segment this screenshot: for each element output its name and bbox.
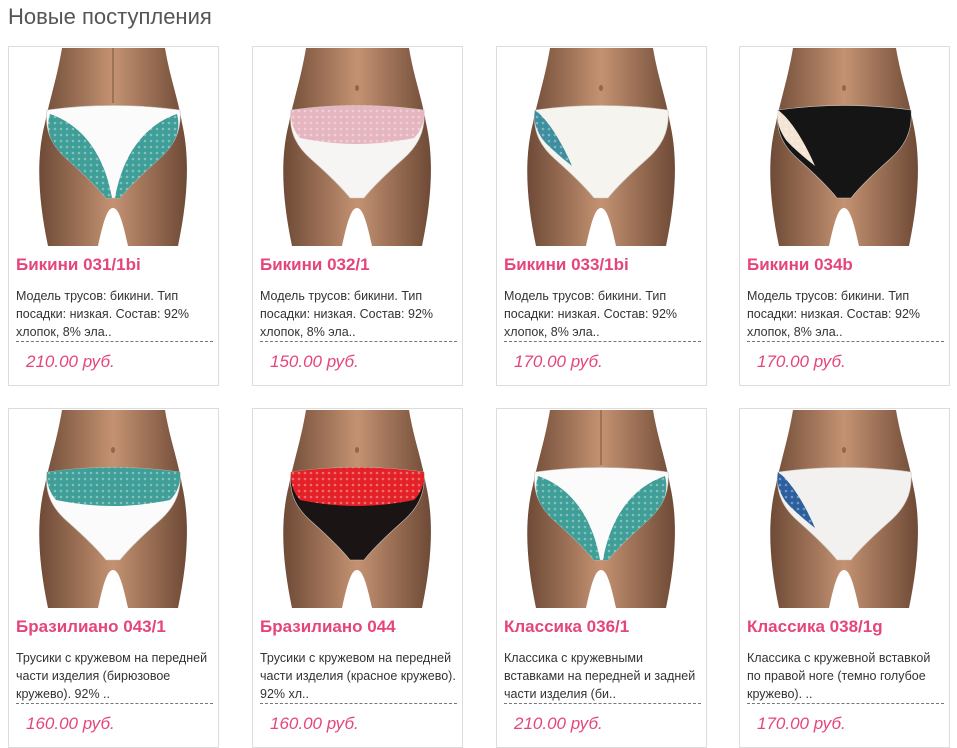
product-photo[interactable]	[498, 410, 705, 608]
product-description: Модель трусов: бикини. Тип посадки: низк…	[504, 289, 678, 339]
product-card[interactable]: Бикини 034b Модель трусов: бикини. Тип п…	[739, 46, 950, 386]
product-description: Трусики с кружевом на передней части изд…	[16, 651, 208, 701]
product-card[interactable]: Классика 036/1 Классика с кружевными вст…	[496, 408, 707, 748]
product-name-link[interactable]: Классика 036/1	[504, 617, 629, 637]
section-title: Новые поступления	[8, 4, 212, 29]
product-price: 210.00 руб.	[514, 714, 603, 733]
product-description: Модель трусов: бикини. Тип посадки: низк…	[747, 289, 921, 339]
product-description: Трусики с кружевом на передней части изд…	[260, 651, 456, 701]
product-name-link[interactable]: Бикини 032/1	[260, 255, 370, 275]
product-name-link[interactable]: Бразилиано 044	[260, 617, 396, 637]
product-price: 160.00 руб.	[270, 714, 359, 733]
product-price: 210.00 руб.	[26, 352, 115, 371]
product-photo[interactable]	[10, 48, 217, 246]
product-price: 170.00 руб.	[514, 352, 603, 371]
product-name-link[interactable]: Бикини 033/1bi	[504, 255, 629, 275]
product-description: Классика с кружевными вставками на перед…	[504, 651, 696, 701]
product-description: Модель трусов: бикини. Тип посадки: низк…	[16, 289, 190, 339]
product-price: 170.00 руб.	[757, 352, 846, 371]
product-photo[interactable]	[254, 48, 461, 246]
product-price: 170.00 руб.	[757, 714, 846, 733]
product-photo[interactable]	[10, 410, 217, 608]
product-photo[interactable]	[741, 48, 948, 246]
price-divider	[504, 341, 701, 342]
product-card[interactable]: Бикини 032/1 Модель трусов: бикини. Тип …	[252, 46, 463, 386]
product-price: 150.00 руб.	[270, 352, 359, 371]
product-name-link[interactable]: Бикини 031/1bi	[16, 255, 141, 275]
product-card[interactable]: Бикини 033/1bi Модель трусов: бикини. Ти…	[496, 46, 707, 386]
product-description: Модель трусов: бикини. Тип посадки: низк…	[260, 289, 434, 339]
product-name-link[interactable]: Бикини 034b	[747, 255, 853, 275]
product-card[interactable]: Классика 038/1g Классика с кружевной вст…	[739, 408, 950, 748]
product-card[interactable]: Бразилиано 044 Трусики с кружевом на пер…	[252, 408, 463, 748]
product-name-link[interactable]: Классика 038/1g	[747, 617, 883, 637]
price-divider	[16, 703, 213, 704]
price-divider	[16, 341, 213, 342]
product-description: Классика с кружевной вставкой по правой …	[747, 651, 931, 701]
product-photo[interactable]	[254, 410, 461, 608]
price-divider	[747, 341, 944, 342]
price-divider	[747, 703, 944, 704]
price-divider	[504, 703, 701, 704]
product-price: 160.00 руб.	[26, 714, 115, 733]
product-card[interactable]: Бикини 031/1bi Модель трусов: бикини. Ти…	[8, 46, 219, 386]
product-photo[interactable]	[741, 410, 948, 608]
product-name-link[interactable]: Бразилиано 043/1	[16, 617, 166, 637]
product-card[interactable]: Бразилиано 043/1 Трусики с кружевом на п…	[8, 408, 219, 748]
price-divider	[260, 703, 457, 704]
price-divider	[260, 341, 457, 342]
product-photo[interactable]	[498, 48, 705, 246]
